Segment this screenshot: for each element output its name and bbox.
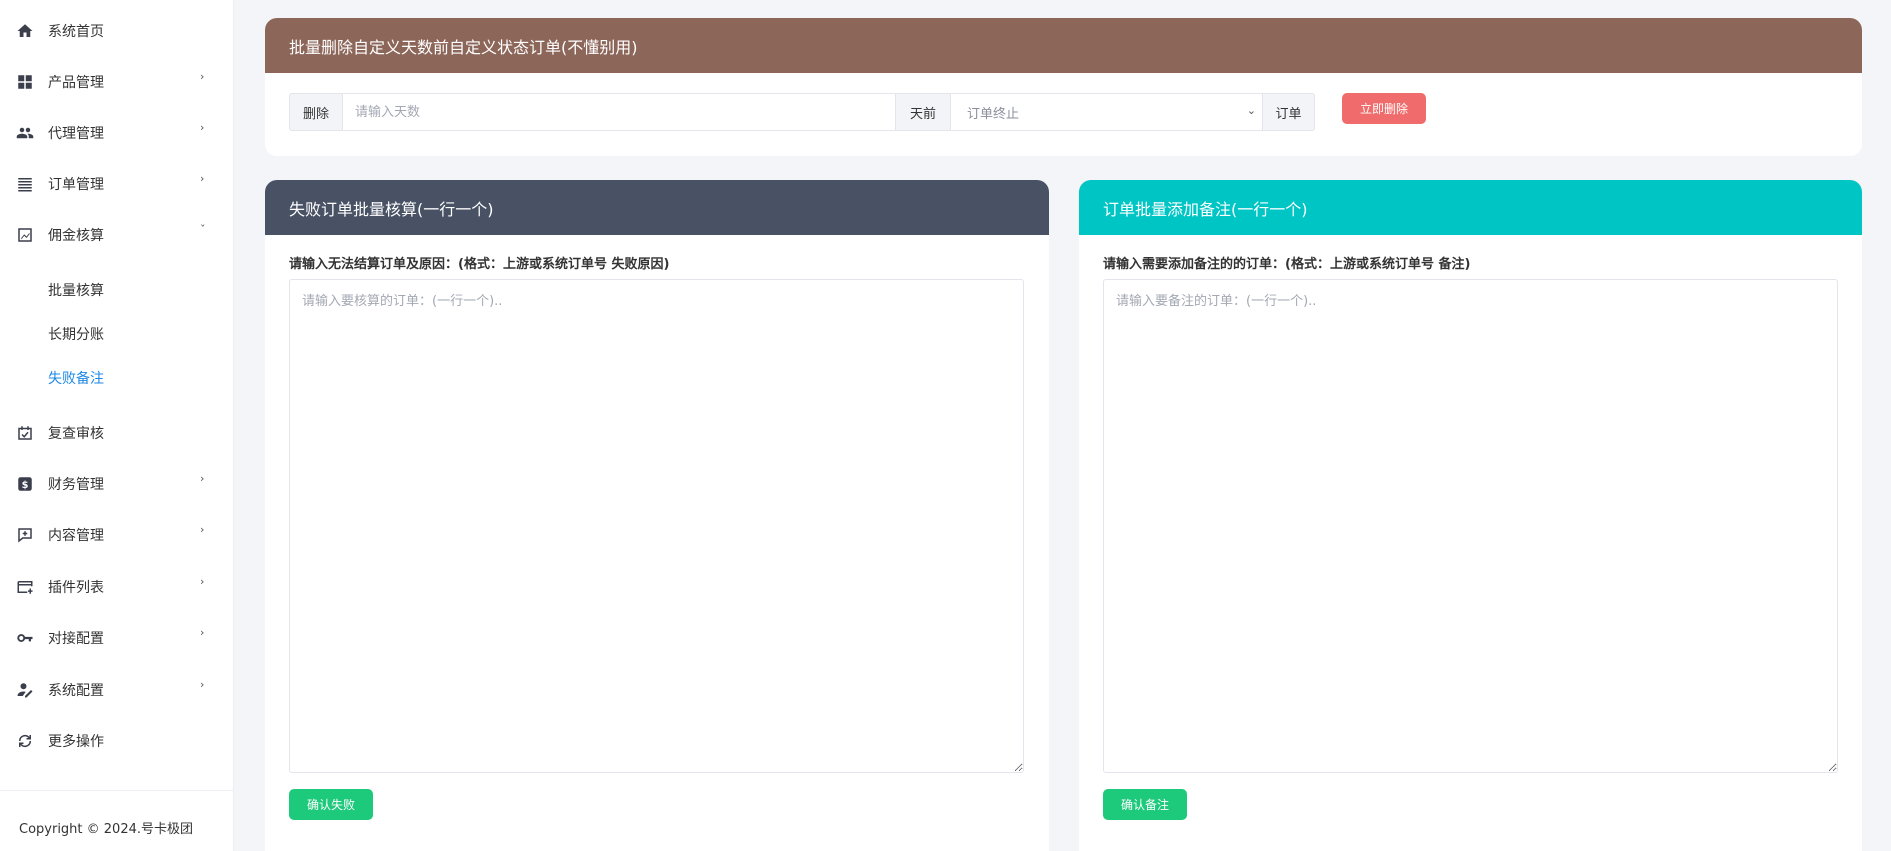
- bulk-delete-title: 批量删除自定义天数前自定义状态订单(不懂别用): [265, 18, 1862, 73]
- fail-orders-title: 失败订单批量核算(一行一个): [265, 180, 1049, 235]
- bulk-delete-input-group: 删除 天前 订单终止 ⌄ 订单: [289, 93, 1315, 131]
- list-icon: [16, 175, 34, 193]
- sidebar-item-label: 对接配置: [48, 631, 104, 647]
- sidebar-subitem-label: 长期分账: [48, 327, 104, 343]
- sync-icon: [16, 732, 34, 750]
- chevron-right-icon: ›: [200, 678, 205, 691]
- sidebar-item-label: 内容管理: [48, 528, 104, 544]
- copyright: Copyright © 2024.号卡极团: [19, 822, 194, 837]
- delete-now-button[interactable]: 立即删除: [1342, 93, 1426, 124]
- fail-orders-card: 失败订单批量核算(一行一个) 请输入无法结算订单及原因：(格式：上游或系统订单号…: [265, 180, 1049, 851]
- add-comment-icon: [16, 526, 34, 544]
- chevron-right-icon: ›: [200, 523, 205, 536]
- sidebar-subitem-fail-remark[interactable]: 失败备注: [0, 360, 234, 396]
- sidebar-item-label: 系统首页: [48, 24, 104, 40]
- card-add-icon: [16, 578, 34, 596]
- sidebar-item-integration[interactable]: 对接配置 ›: [0, 618, 234, 658]
- sidebar-item-label: 复查审核: [48, 426, 104, 442]
- fail-orders-textarea[interactable]: [289, 279, 1024, 773]
- order-addon: 订单: [1262, 93, 1315, 131]
- users-icon: [16, 124, 34, 142]
- order-status-select[interactable]: 订单终止 ⌄: [951, 93, 1262, 131]
- confirm-fail-button[interactable]: 确认失败: [289, 789, 373, 820]
- sidebar-item-orders[interactable]: 订单管理 ›: [0, 164, 234, 204]
- sidebar: 系统首页 产品管理 › 代理管理 › 订单管理 › 佣金核算 ˇ 批量核算 长期…: [0, 0, 234, 851]
- sidebar-item-commission[interactable]: 佣金核算 ˇ: [0, 215, 234, 255]
- chevron-right-icon: ›: [200, 626, 205, 639]
- svg-text:$: $: [22, 480, 29, 491]
- sidebar-item-home[interactable]: 系统首页: [0, 11, 234, 51]
- sidebar-item-more[interactable]: 更多操作: [0, 721, 234, 761]
- sidebar-item-label: 产品管理: [48, 75, 104, 91]
- sidebar-item-agents[interactable]: 代理管理 ›: [0, 113, 234, 153]
- sidebar-subitem-long-term-split[interactable]: 长期分账: [0, 316, 234, 352]
- chevron-right-icon: ›: [200, 575, 205, 588]
- sidebar-item-plugins[interactable]: 插件列表 ›: [0, 567, 234, 607]
- bulk-delete-card: 批量删除自定义天数前自定义状态订单(不懂别用) 删除 天前 订单终止 ⌄ 订单 …: [265, 18, 1862, 156]
- chevron-down-icon: ⌄: [1246, 104, 1256, 117]
- sidebar-item-label: 代理管理: [48, 126, 104, 142]
- remark-orders-label: 请输入需要添加备注的的订单：(格式：上游或系统订单号 备注): [1103, 257, 1471, 272]
- sidebar-item-label: 财务管理: [48, 477, 104, 493]
- chevron-right-icon: ›: [200, 472, 205, 485]
- days-input[interactable]: [343, 93, 895, 131]
- chevron-right-icon: ›: [200, 70, 205, 83]
- sidebar-item-products[interactable]: 产品管理 ›: [0, 62, 234, 102]
- sidebar-subitem-label: 批量核算: [48, 283, 104, 299]
- sidebar-item-label: 更多操作: [48, 734, 104, 750]
- sidebar-divider: [0, 790, 234, 791]
- delete-addon: 删除: [289, 93, 343, 131]
- sidebar-item-content[interactable]: 内容管理 ›: [0, 515, 234, 555]
- remark-orders-title: 订单批量添加备注(一行一个): [1079, 180, 1862, 235]
- days-before-addon: 天前: [895, 93, 951, 131]
- sidebar-item-review[interactable]: 复查审核: [0, 413, 234, 453]
- order-status-selected: 订单终止: [967, 106, 1020, 122]
- sidebar-item-label: 插件列表: [48, 580, 104, 596]
- dollar-icon: $: [16, 475, 34, 493]
- sidebar-item-finance[interactable]: $ 财务管理 ›: [0, 464, 234, 504]
- chevron-down-icon: ˇ: [200, 223, 206, 236]
- sidebar-item-label: 佣金核算: [48, 228, 104, 244]
- remark-orders-textarea[interactable]: [1103, 279, 1838, 773]
- fail-orders-label: 请输入无法结算订单及原因：(格式：上游或系统订单号 失败原因): [289, 257, 670, 272]
- sidebar-subitem-batch-accounting[interactable]: 批量核算: [0, 272, 234, 308]
- sidebar-item-system[interactable]: 系统配置 ›: [0, 670, 234, 710]
- grid-icon: [16, 73, 34, 91]
- chevron-right-icon: ›: [200, 121, 205, 134]
- home-icon: [16, 22, 34, 40]
- sidebar-item-label: 系统配置: [48, 683, 104, 699]
- sidebar-item-label: 订单管理: [48, 177, 104, 193]
- calendar-check-icon: [16, 424, 34, 442]
- sidebar-subitem-label: 失败备注: [48, 371, 104, 387]
- remark-orders-card: 订单批量添加备注(一行一个) 请输入需要添加备注的的订单：(格式：上游或系统订单…: [1079, 180, 1862, 851]
- confirm-remark-button[interactable]: 确认备注: [1103, 789, 1187, 820]
- user-edit-icon: [16, 681, 34, 699]
- chevron-right-icon: ›: [200, 172, 205, 185]
- chart-icon: [16, 226, 34, 244]
- key-icon: [16, 629, 34, 647]
